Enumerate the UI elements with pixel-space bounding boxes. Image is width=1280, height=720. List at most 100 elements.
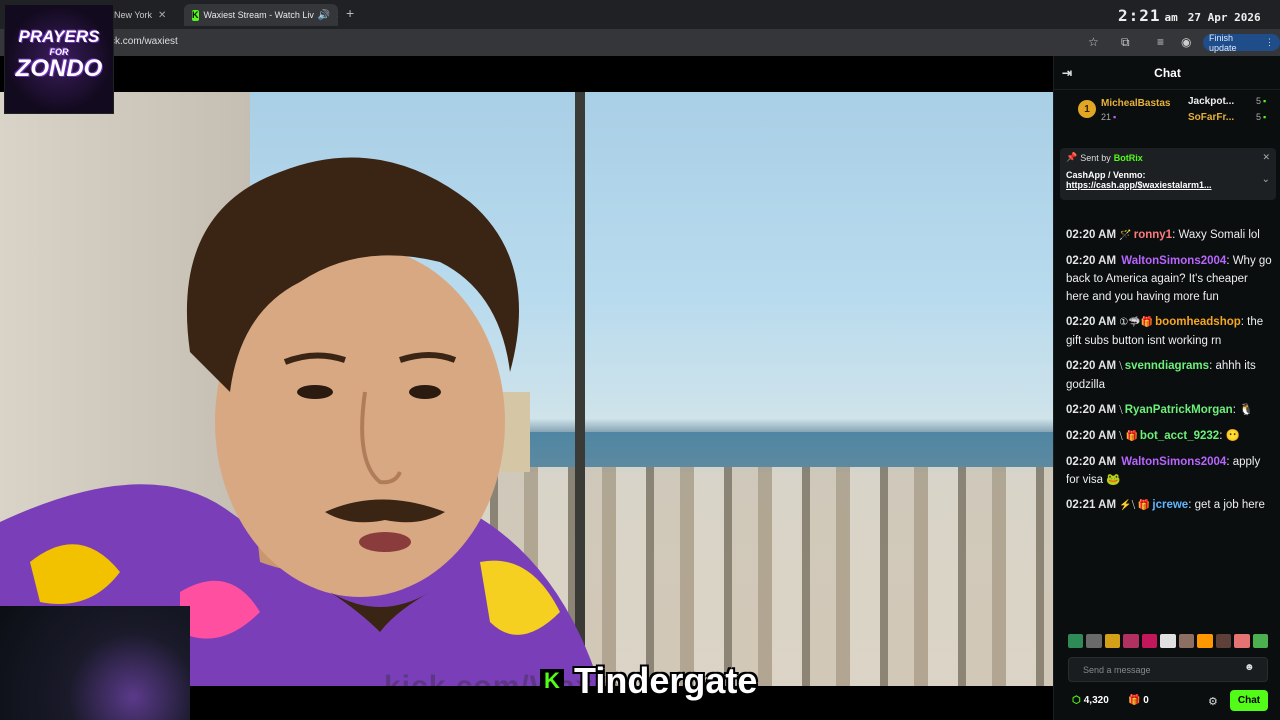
message-username[interactable]: jcrewe	[1152, 499, 1188, 511]
user-badges: 🪄	[1119, 230, 1132, 241]
extensions-icon[interactable]: ⧉	[1121, 35, 1130, 50]
kick-logo-icon: K	[540, 668, 564, 693]
message-time: 02:20 AM	[1066, 316, 1117, 328]
pinned-message[interactable]: 📌 Sent by BotRix CashApp / Venmo: https:…	[1060, 148, 1276, 200]
message-time: 02:20 AM	[1066, 404, 1117, 416]
leaderboard-count: 5 ▪	[1256, 96, 1267, 106]
caption-text: Tindergate	[574, 660, 758, 701]
gift-counter[interactable]: 🎁 0	[1128, 695, 1149, 706]
message-username[interactable]: WaltonSimons2004	[1121, 255, 1226, 267]
bookmark-star-icon[interactable]: ☆	[1088, 35, 1099, 49]
pinned-line-1: CashApp / Venmo:	[1066, 170, 1146, 180]
chat-input-box[interactable]	[1068, 657, 1268, 682]
message-username[interactable]: WaltonSimons2004	[1121, 456, 1226, 468]
emote-icon[interactable]	[1178, 634, 1195, 648]
tab-label: New York	[114, 10, 153, 20]
bot-name: BotRix	[1113, 152, 1143, 163]
pinned-link[interactable]: https://cash.app/$waxiestalarm1...	[1066, 180, 1270, 190]
leaderboard-count: 5 ▪	[1256, 112, 1267, 122]
audio-icon[interactable]: 🔊	[318, 10, 330, 21]
leaderboard-count: 21 ▪	[1101, 112, 1117, 122]
chat-message: 02:20 AM ①🦈🎁 boomheadshop: the gift subs …	[1066, 316, 1264, 347]
emote-icon[interactable]	[1197, 634, 1213, 648]
emote-icon[interactable]	[1160, 634, 1176, 648]
emote-icon[interactable]	[1252, 634, 1268, 648]
message-text: 😶	[1225, 430, 1240, 442]
emote-icon[interactable]	[1215, 634, 1232, 648]
message-time: 02:20 AM	[1066, 360, 1117, 372]
channel-points[interactable]: ⬡ 4,320	[1072, 695, 1109, 706]
sent-by-label: Sent by	[1080, 152, 1111, 163]
browser-tab-bar: New York ✕ K Waxiest Stream - Watch Liv …	[0, 0, 1280, 29]
finish-update-button[interactable]: Finish update ⋮	[1203, 32, 1280, 53]
stream-video-frame: kick.com/Waxiest	[0, 92, 1053, 686]
unpin-icon[interactable]: ✕	[1262, 152, 1270, 163]
close-tab-icon[interactable]: ✕	[158, 10, 166, 21]
more-menu-icon: ⋮	[1265, 37, 1274, 47]
emote-icon[interactable]	[1123, 634, 1139, 648]
chat-message: 02:20 AM ⧹ 🎁 bot_acct_9232: 😶	[1066, 427, 1273, 446]
message-username[interactable]: ronny1	[1134, 229, 1172, 241]
message-time: 02:20 AM	[1066, 456, 1117, 468]
stream-caption: K Tindergate	[540, 660, 758, 701]
tab-label: Waxiest Stream - Watch Liv	[203, 10, 314, 20]
logo-line-3: ZONDO	[15, 55, 103, 82]
close-tab-icon[interactable]: ✕	[336, 10, 338, 21]
chevron-down-icon[interactable]: ⌄	[1262, 174, 1270, 185]
message-username[interactable]: boomheadshop	[1155, 316, 1241, 328]
emote-bar	[1068, 634, 1268, 648]
points-icon: ⬡	[1072, 695, 1081, 706]
message-username[interactable]: svenndiagrams	[1125, 360, 1209, 372]
user-badges: ⧹	[1119, 361, 1123, 372]
chat-message: 02:20 AM ⧹ svenndiagrams: ahhh its godzil…	[1066, 360, 1256, 391]
gift-leaderboard: 1 MichealBastas 21 ▪ Jackpot... 5 ▪ SoFarF…	[1054, 92, 1280, 132]
webcam-overlay	[0, 606, 190, 720]
pin-icon: 📌	[1066, 152, 1078, 162]
new-tab-button[interactable]: +	[346, 5, 354, 21]
chat-message: 02:20 AM ⧹ RyanPatrickMorgan: 🐧	[1066, 401, 1273, 420]
emote-icon[interactable]	[1141, 634, 1158, 648]
emoji-icon[interactable]: ☻	[1244, 662, 1255, 673]
gear-icon[interactable]: ⚙	[1208, 695, 1218, 708]
clock-date: 27 Apr 2026	[1187, 11, 1261, 24]
emote-icon[interactable]	[1234, 634, 1250, 648]
emote-icon[interactable]	[1068, 634, 1084, 648]
message-text: get a job here	[1194, 499, 1265, 511]
pinned-sender: 📌 Sent by BotRix	[1066, 152, 1270, 163]
chat-message-input[interactable]	[1069, 658, 1267, 681]
chat-header: ⇥ Chat	[1054, 56, 1280, 90]
leaderboard-user[interactable]: SoFarFr...	[1188, 112, 1234, 123]
video-player[interactable]: kick.com/Waxiest K Tindergate	[0, 56, 1053, 720]
chat-title: Chat	[1154, 65, 1181, 80]
profile-avatar[interactable]: ◉	[1181, 35, 1191, 49]
streamer-figure	[0, 157, 600, 686]
url-field[interactable]: ck.com/waxiest	[110, 36, 178, 47]
clock-overlay: 2:21 am 27 Apr 2026	[1118, 6, 1261, 25]
leaderboard-user[interactable]: Jackpot...	[1188, 96, 1234, 107]
message-time: 02:20 AM	[1066, 255, 1117, 267]
collapse-chat-icon[interactable]: ⇥	[1062, 66, 1072, 80]
tab-waxiest-stream[interactable]: K Waxiest Stream - Watch Liv 🔊 ✕	[184, 4, 338, 26]
chat-message-list: 02:20 AM 🪄 ronny1: Waxy Somali lol 02:20 A…	[1066, 226, 1273, 522]
send-chat-button[interactable]: Chat	[1230, 690, 1268, 711]
gift-icon: 🎁	[1128, 695, 1141, 706]
prayers-for-zondo-logo: PRAYERS FOR ZONDO	[4, 4, 114, 114]
chat-message: 02:20 AM 🪄 ronny1: Waxy Somali lol	[1066, 226, 1273, 245]
finish-update-label: Finish update	[1209, 32, 1237, 53]
logo-line-1: PRAYERS	[18, 27, 100, 46]
emote-icon[interactable]	[1104, 634, 1121, 648]
message-username[interactable]: RyanPatrickMorgan	[1125, 404, 1233, 416]
clock-time: 2:21	[1118, 6, 1161, 25]
user-badges: ⧹ 🎁	[1119, 431, 1138, 442]
message-time: 02:21 AM	[1066, 499, 1117, 511]
rank-badge: 1	[1078, 100, 1096, 118]
media-control-icon[interactable]: ≡	[1157, 35, 1164, 49]
clock-ampm: am	[1164, 11, 1178, 24]
tab-new-york[interactable]: New York ✕	[114, 4, 182, 26]
leaderboard-user[interactable]: MichealBastas	[1101, 98, 1170, 109]
message-username[interactable]: bot_acct_9232	[1140, 430, 1219, 442]
user-badges: ⧹	[1119, 405, 1123, 416]
emote-icon[interactable]	[1086, 634, 1102, 648]
points-value: 4,320	[1083, 695, 1109, 706]
message-text: 🐧	[1239, 404, 1254, 416]
